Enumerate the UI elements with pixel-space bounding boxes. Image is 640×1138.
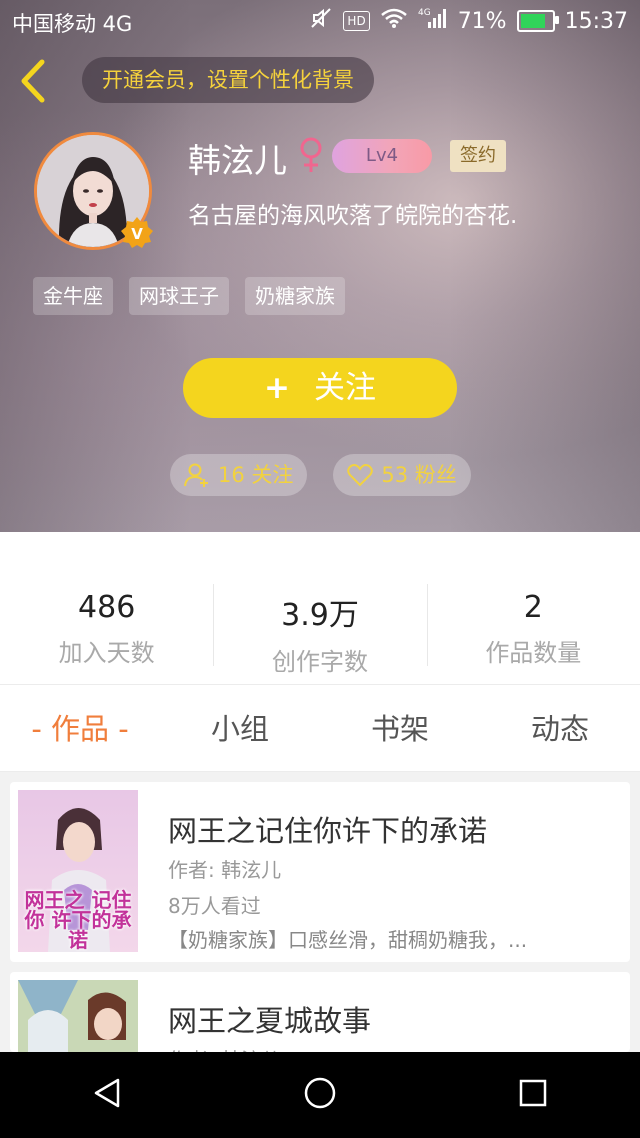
social-counts: 16 关注 53 粉丝 (170, 454, 471, 496)
nav-recents-button[interactable] (516, 1076, 550, 1114)
level-badge: Lv4 (332, 139, 432, 173)
user-bio: 名古屋的海风吹落了皖院的杏花. (188, 203, 518, 229)
female-gender-icon (296, 136, 326, 178)
tab-bookshelf[interactable]: 书架 (320, 685, 480, 771)
work-list-item[interactable]: 网王之夏城故事 作者: 韩泫儿 (10, 972, 630, 1052)
tag-item[interactable]: 网球王子 (129, 277, 229, 315)
wifi-icon (380, 7, 408, 35)
following-count-button[interactable]: 16 关注 (170, 454, 308, 496)
stat-value: 486 (78, 590, 136, 625)
stat-works-count: 2 作品数量 (426, 532, 640, 684)
tag-item[interactable]: 金牛座 (33, 277, 113, 315)
profile-tabs: - 作品 - 小组 书架 动态 (0, 684, 640, 772)
tab-activity[interactable]: 动态 (480, 685, 640, 771)
work-title: 网王之夏城故事 (168, 1004, 372, 1038)
mute-icon (309, 7, 333, 35)
stat-label: 创作字数 (271, 648, 368, 676)
follow-label: 关注 (313, 370, 376, 406)
work-cover-image: 网王之 记住你 许下的承诺 (18, 790, 138, 952)
network-type-label: 4G (418, 8, 431, 18)
follow-button[interactable]: + 关注 (183, 358, 457, 418)
work-views: 8万人看过 (168, 894, 261, 918)
clock: 15:37 (564, 8, 628, 34)
work-title: 网王之记住你许下的承诺 (168, 814, 488, 848)
square-recents-icon (520, 1079, 547, 1107)
verified-v-icon: V (120, 216, 154, 250)
work-cover-title: 网王之 记住你 许下的承诺 (24, 888, 132, 952)
stat-join-days: 486 加入天数 (0, 532, 213, 684)
triangle-back-icon (94, 1078, 119, 1108)
circle-home-icon (304, 1077, 336, 1109)
tab-groups[interactable]: 小组 (160, 685, 320, 771)
user-tags: 金牛座 网球王子 奶糖家族 (33, 277, 345, 315)
stat-word-count: 3.9万 创作字数 (213, 532, 426, 684)
stat-label: 作品数量 (485, 639, 582, 667)
fans-count-button[interactable]: 53 粉丝 (333, 454, 471, 496)
tag-item[interactable]: 奶糖家族 (245, 277, 345, 315)
username: 韩泫儿 (188, 141, 287, 180)
svg-text:V: V (131, 225, 143, 243)
battery-icon (516, 10, 559, 32)
work-author: 作者: 韩泫儿 (168, 1044, 281, 1052)
tab-works[interactable]: - 作品 - (0, 685, 160, 771)
work-cover-image (18, 980, 138, 1052)
work-description: 【奶糖家族】口感丝滑，甜稠奶糖我，... (168, 928, 528, 952)
carrier-label: 中国移动 4G (12, 12, 133, 36)
signed-author-badge: 签约 (450, 140, 506, 172)
stat-value: 2 (523, 590, 543, 625)
heart-icon (347, 464, 374, 487)
status-bar: 中国移动 4G HD 4G 71% 15:37 (0, 0, 640, 42)
stat-label: 加入天数 (58, 639, 155, 667)
chevron-left-icon (21, 59, 45, 103)
add-person-icon (184, 463, 208, 487)
nav-back-button[interactable] (90, 1076, 124, 1114)
nav-home-button[interactable] (303, 1076, 337, 1114)
system-nav-bar (0, 1052, 640, 1138)
signal-icon: 4G (418, 6, 448, 36)
work-author: 作者: 韩泫儿 (168, 858, 282, 882)
plus-icon: + (264, 370, 290, 406)
back-button[interactable] (16, 58, 52, 104)
battery-percent: 71% (457, 8, 507, 34)
status-icons: HD 4G 71% 15:37 (309, 6, 628, 36)
avatar[interactable]: V (34, 132, 154, 250)
stats-panel: 486 加入天数 3.9万 创作字数 2 作品数量 (0, 532, 640, 684)
hd-icon: HD (343, 11, 370, 31)
vip-background-prompt[interactable]: 开通会员，设置个性化背景 (82, 57, 374, 103)
fans-count: 53 粉丝 (381, 463, 457, 487)
stat-value: 3.9万 (281, 598, 359, 633)
work-list-item[interactable]: 网王之 记住你 许下的承诺 网王之记住你许下的承诺 作者: 韩泫儿 8万人看过 … (10, 782, 630, 962)
following-count: 16 关注 (218, 463, 294, 487)
